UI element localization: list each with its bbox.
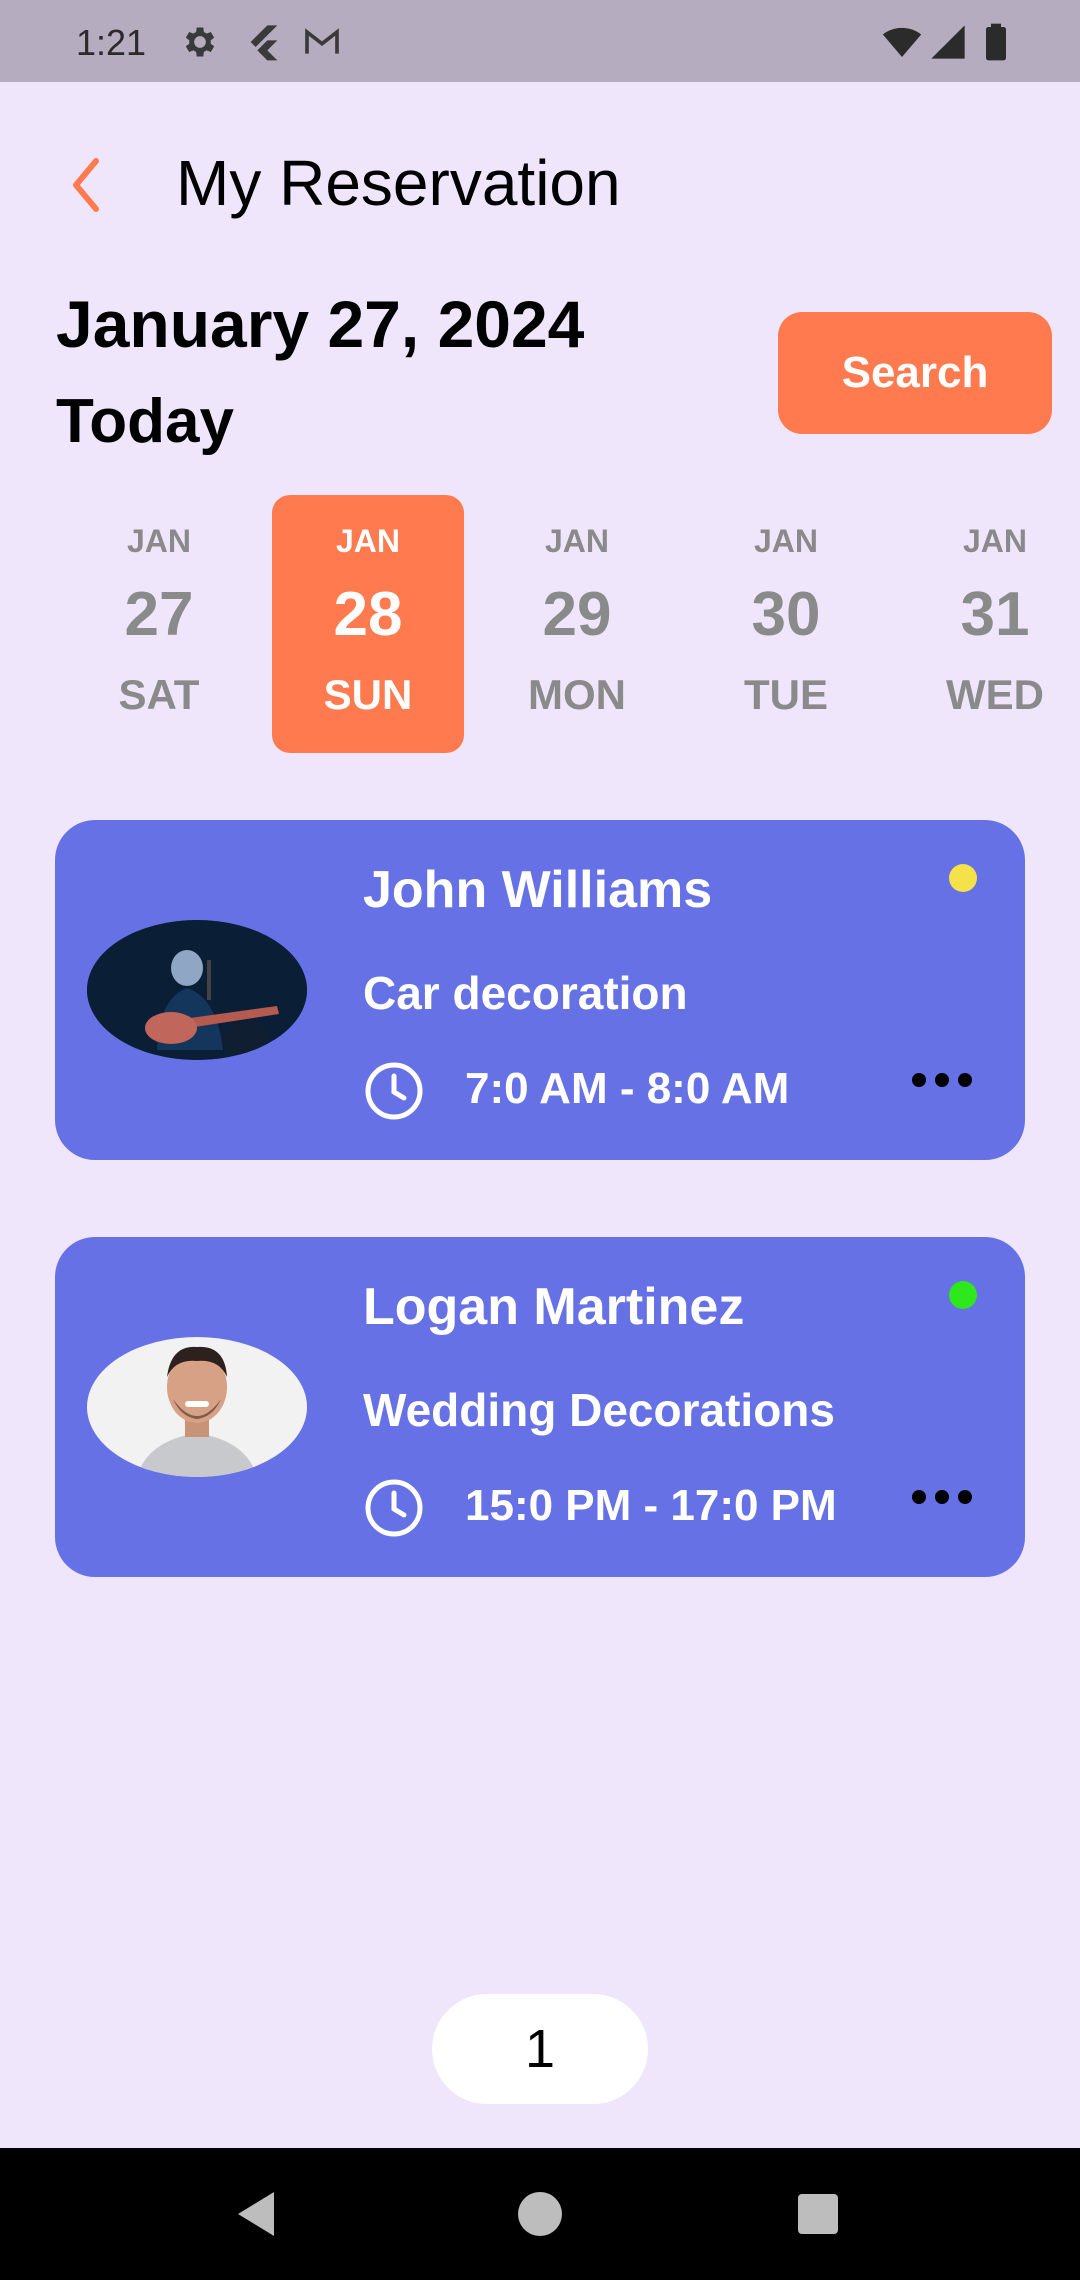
avatar <box>87 920 307 1060</box>
current-date: January 27, 2024 <box>56 287 585 361</box>
guitarist-photo <box>87 920 307 1060</box>
gear-icon <box>185 27 215 57</box>
search-button[interactable]: Search <box>778 312 1052 434</box>
service-name: Car decoration <box>363 967 688 1019</box>
flutter-icon <box>250 25 278 61</box>
date-month: JAN <box>126 523 191 559</box>
reservation-card[interactable]: John Williams Car decoration 7:0 AM - 8:… <box>55 820 1025 1160</box>
date-month: JAN <box>753 523 818 559</box>
date-weekday: MON <box>528 671 626 718</box>
date-item-jan-28[interactable]: JAN 28 SUN <box>272 495 464 753</box>
clock-icon <box>365 1062 423 1120</box>
date-item-jan-29[interactable]: JAN 29 MON <box>481 495 673 753</box>
signal-icon <box>931 25 965 59</box>
clock-icon <box>365 1479 423 1537</box>
date-day: 27 <box>124 580 194 649</box>
date-item-jan-30[interactable]: JAN 30 TUE <box>690 495 882 753</box>
wifi-icon <box>882 27 922 57</box>
avatar <box>87 1337 307 1477</box>
date-weekday: SAT <box>118 671 200 718</box>
back-triangle-icon[interactable] <box>230 2186 286 2242</box>
date-item-jan-27[interactable]: JAN 27 SAT <box>63 495 255 753</box>
more-options-icon[interactable] <box>905 1477 985 1517</box>
date-day: 29 <box>542 580 612 649</box>
date-day: 30 <box>751 580 821 649</box>
chevron-left-icon <box>73 158 99 212</box>
reservation-card[interactable]: Logan Martinez Wedding Decorations 15:0 … <box>55 1237 1025 1577</box>
date-day: 28 <box>333 580 403 649</box>
recents-square-icon[interactable] <box>790 2186 846 2242</box>
status-indicator <box>949 1281 977 1309</box>
status-time: 1:21 <box>76 22 147 63</box>
today-label: Today <box>56 387 234 456</box>
date-weekday: TUE <box>744 671 828 718</box>
date-item-jan-31[interactable]: JAN 31 WED <box>899 495 1080 753</box>
date-day: 31 <box>960 580 1030 649</box>
battery-icon <box>986 23 1006 61</box>
date-month: JAN <box>544 523 609 559</box>
page-indicator[interactable]: 1 <box>432 1994 648 2104</box>
home-circle-icon[interactable] <box>512 2186 568 2242</box>
status-indicator <box>949 864 977 892</box>
date-month: JAN <box>962 523 1027 559</box>
date-weekday: SUN <box>323 671 413 718</box>
date-month: JAN <box>335 523 400 559</box>
reservation-time: 7:0 AM - 8:0 AM <box>465 1064 790 1113</box>
date-strip: JAN 27 SAT JAN 28 SUN JAN 29 MON JAN 30 … <box>0 495 1080 753</box>
service-name: Wedding Decorations <box>363 1384 835 1436</box>
page-title: My Reservation <box>176 147 621 219</box>
system-nav-bar <box>0 2148 1080 2280</box>
status-bar: 1:21 <box>0 0 1080 82</box>
reservation-time: 15:0 PM - 17:0 PM <box>465 1481 837 1530</box>
client-name: John Williams <box>363 861 713 919</box>
back-button[interactable] <box>56 150 116 220</box>
date-weekday: WED <box>946 671 1044 718</box>
gmail-icon <box>305 28 339 54</box>
portrait-photo <box>87 1337 307 1477</box>
client-name: Logan Martinez <box>363 1278 745 1336</box>
more-options-icon[interactable] <box>905 1060 985 1100</box>
